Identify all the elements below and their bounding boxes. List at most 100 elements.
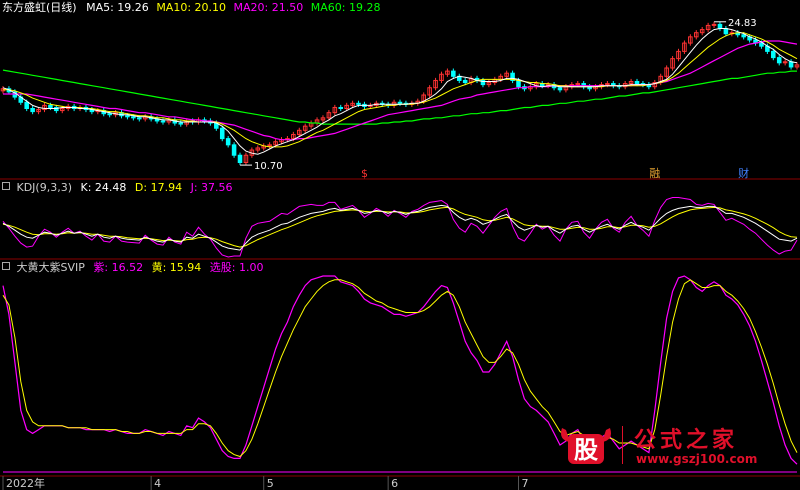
event-marker[interactable]: 融 <box>649 167 660 180</box>
candle-body <box>516 79 521 88</box>
candle <box>42 102 47 113</box>
x-tick-label: 2022年 <box>6 476 45 490</box>
candle-body <box>741 34 746 38</box>
candle <box>676 48 681 62</box>
candle <box>682 40 687 54</box>
candle <box>308 120 314 129</box>
ma10-readout: MA10: 20.10 <box>156 1 227 14</box>
x-tick-label: 6 <box>391 477 398 490</box>
candle-body <box>160 120 166 123</box>
x-tick-label: 4 <box>154 477 161 490</box>
candle <box>652 79 658 90</box>
candle <box>267 142 272 149</box>
watermark-url[interactable]: www.gszj100.com <box>636 452 757 466</box>
candle <box>456 73 462 84</box>
kdj-k-line <box>2 204 798 251</box>
candle <box>782 59 788 66</box>
panel-square-icon[interactable] <box>2 182 10 190</box>
candle <box>699 26 705 36</box>
candle-body <box>219 127 225 140</box>
stock-chart[interactable]: 24.83 10.70 $ 融 财 2022年 4 5 6 7 <box>0 0 800 490</box>
ma5-readout: MA5: 19.26 <box>86 1 149 14</box>
kdj-name: KDJ(9,3,3) <box>16 181 73 194</box>
candle <box>427 85 432 98</box>
candle <box>468 75 474 86</box>
candle <box>445 68 450 77</box>
candle <box>255 145 261 153</box>
candle <box>711 21 717 29</box>
candle <box>225 136 231 148</box>
x-axis: 2022年 4 5 6 7 <box>2 476 529 490</box>
candle <box>451 68 456 79</box>
candle <box>332 104 338 116</box>
panel-square-icon[interactable] <box>2 262 10 270</box>
candle <box>688 34 693 46</box>
candle-body <box>759 42 764 47</box>
candle-body <box>356 102 361 105</box>
event-marker[interactable]: 财 <box>738 166 749 180</box>
candle-body <box>634 81 640 85</box>
watermark-divider <box>622 426 623 464</box>
watermark-title: 公式之家 <box>634 427 739 453</box>
candle-body <box>178 122 184 125</box>
candle-body <box>771 50 776 59</box>
logo-char: 股 <box>574 436 598 464</box>
indicator-name: 大黄大紫SVIP <box>16 261 85 274</box>
candle-body <box>231 144 237 156</box>
kdj-j-line <box>2 197 798 258</box>
candle <box>243 152 249 166</box>
price-header: 东方盛虹(日线) MA5: 19.26 MA10: 20.10 MA20: 21… <box>2 1 380 14</box>
candle-body <box>776 57 782 64</box>
x-tick-label: 7 <box>522 477 529 490</box>
candle-body <box>48 104 53 108</box>
candle <box>320 115 326 123</box>
candle <box>776 55 782 66</box>
candle <box>338 104 344 112</box>
zi-readout: 紫: 16.52 <box>93 261 144 274</box>
candle <box>196 117 201 125</box>
candle-body <box>107 113 112 116</box>
candle <box>693 30 699 40</box>
candle <box>794 62 800 70</box>
candle-body <box>723 28 729 35</box>
price-panel[interactable]: 24.83 10.70 $ 融 财 <box>0 18 800 180</box>
x-tick-label: 5 <box>267 477 274 490</box>
candle-body <box>137 117 142 120</box>
candle <box>545 82 551 89</box>
kdj-panel[interactable] <box>2 197 798 258</box>
candle <box>302 123 308 133</box>
ma20-readout: MA20: 21.50 <box>233 1 304 14</box>
candle <box>30 105 35 115</box>
candle <box>670 56 675 71</box>
low-annotation: 10.70 <box>254 161 283 172</box>
candle-body <box>131 116 136 119</box>
candle <box>611 80 616 89</box>
event-marker[interactable]: $ <box>361 167 368 180</box>
stock-name: 东方盛虹(日线) <box>2 1 77 14</box>
candle-body <box>225 138 231 146</box>
candle <box>664 65 669 79</box>
candle <box>314 117 320 126</box>
candle-body <box>397 101 403 104</box>
candle-body <box>24 101 29 110</box>
candle <box>231 142 237 158</box>
kdj-d-readout: D: 17.94 <box>134 181 183 194</box>
candle <box>415 98 421 106</box>
indicator-header: 大黄大紫SVIP 紫: 16.52 黄: 15.94 选股: 1.00 <box>2 261 264 274</box>
candle-body <box>788 61 794 68</box>
candle <box>219 125 225 142</box>
candle-body <box>451 70 456 77</box>
high-annotation: 24.83 <box>728 18 757 29</box>
huang-readout: 黄: 15.94 <box>151 261 202 274</box>
kdj-j-readout: J: 37.56 <box>190 181 233 194</box>
candle-body <box>338 106 344 110</box>
candle-body <box>717 23 723 30</box>
candle <box>658 73 663 86</box>
candle-body <box>237 154 243 164</box>
ma60-readout: MA60: 19.28 <box>310 1 381 14</box>
candle <box>504 70 509 79</box>
candle <box>261 143 266 151</box>
watermark: 股 公式之家 www.gszj100.com <box>556 422 796 468</box>
bull-logo-icon: 股 <box>561 428 611 464</box>
candle <box>717 21 723 32</box>
